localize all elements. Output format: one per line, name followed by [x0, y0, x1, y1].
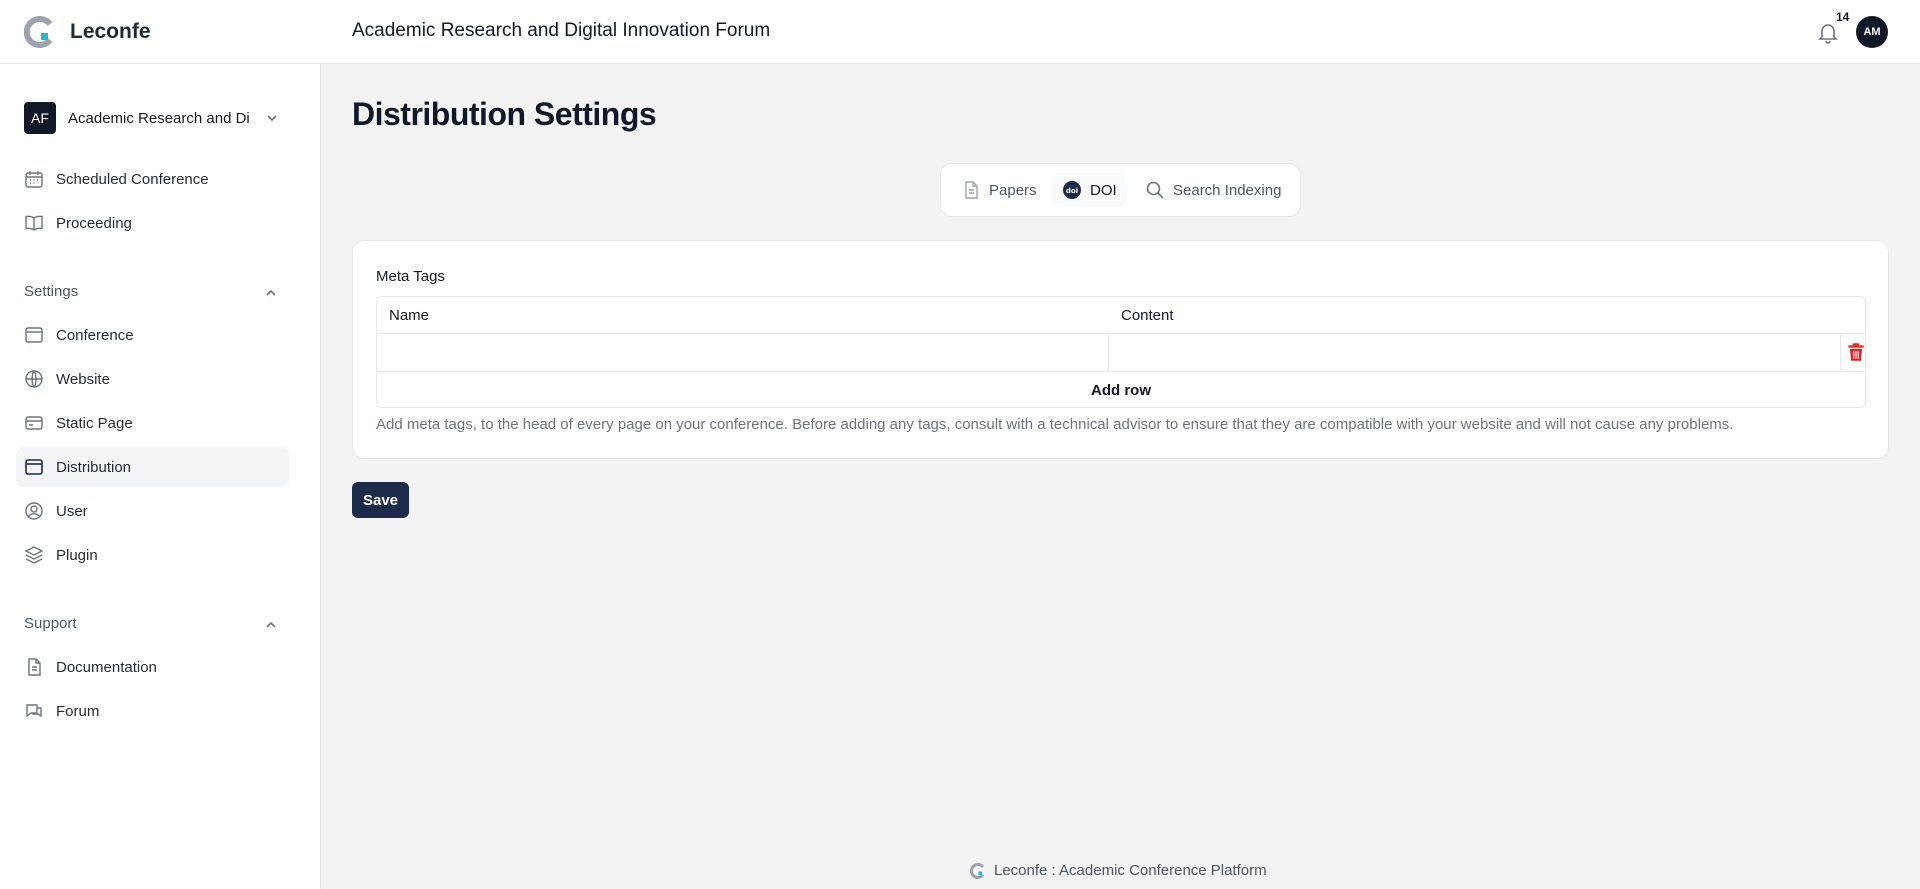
sidebar-item-label: Forum — [56, 702, 100, 720]
globe-icon — [25, 370, 43, 388]
svg-text:doi: doi — [1066, 187, 1078, 195]
sidebar-item-forum[interactable]: Forum — [16, 691, 289, 731]
sidebar-item-scheduled-conference[interactable]: Scheduled Conference — [16, 159, 289, 199]
sidebar-item-user[interactable]: User — [16, 491, 289, 531]
tab-search-indexing[interactable]: Search Indexing — [1135, 173, 1291, 207]
sidebar-item-documentation[interactable]: Documentation — [16, 647, 289, 687]
footer: Leconfe : Academic Conference Platform — [970, 862, 1267, 879]
save-button[interactable]: Save — [352, 482, 409, 518]
sidebar-item-label: User — [56, 502, 88, 520]
conference-badge: AF — [24, 102, 56, 134]
doi-icon: doi — [1063, 181, 1081, 199]
meta-tags-help-text: Add meta tags, to the head of every page… — [376, 416, 1734, 433]
sidebar-item-plugin[interactable]: Plugin — [16, 535, 289, 575]
book-icon — [25, 215, 43, 231]
chevron-up-icon[interactable] — [264, 618, 278, 632]
notification-count-badge: 14 — [1836, 10, 1850, 24]
document-icon — [28, 658, 41, 676]
sidebar-item-distribution[interactable]: Distribution — [16, 447, 289, 487]
sidebar-item-label: Static Page — [56, 414, 133, 432]
settings-section-label[interactable]: Settings — [24, 283, 78, 300]
trash-icon[interactable] — [1845, 341, 1867, 363]
table-divider — [1840, 334, 1841, 371]
conference-switcher[interactable]: AF Academic Research and Digital Innovat… — [24, 102, 284, 134]
meta-tag-name-input[interactable] — [377, 335, 1108, 371]
layers-icon — [24, 546, 44, 564]
leconfe-logo-icon — [24, 16, 53, 48]
sidebar-item-label: Website — [56, 370, 110, 388]
meta-tags-table: Name Content Add row — [376, 296, 1866, 408]
table-divider — [377, 333, 1865, 334]
tab-label: Papers — [989, 181, 1037, 199]
search-icon — [1146, 181, 1164, 199]
brand[interactable]: Leconfe — [24, 16, 151, 48]
sidebar-item-label: Documentation — [56, 658, 157, 676]
conference-name: Academic Research and Digital Innovation… — [68, 109, 250, 127]
support-section-label[interactable]: Support — [24, 615, 77, 632]
sidebar: AF Academic Research and Digital Innovat… — [0, 64, 321, 889]
document-icon — [965, 181, 978, 199]
tab-label: Search Indexing — [1173, 181, 1282, 199]
tab-doi[interactable]: doi DOI — [1052, 173, 1127, 207]
chevron-down-icon — [267, 115, 277, 122]
meta-tags-card: Meta Tags Name Content Add row Add meta … — [352, 240, 1889, 459]
top-bar: Leconfe Academic Research and Digital In… — [0, 0, 1920, 64]
sidebar-item-static-page[interactable]: Static Page — [16, 403, 289, 443]
sidebar-item-label: Conference — [56, 326, 134, 344]
window-icon — [25, 327, 43, 343]
column-header-name: Name — [389, 307, 430, 324]
sidebar-item-label: Scheduled Conference — [56, 170, 209, 188]
tab-label: DOI — [1090, 181, 1117, 199]
leconfe-logo-icon — [970, 862, 985, 879]
user-avatar[interactable]: AM — [1856, 16, 1888, 48]
chat-icon — [26, 704, 42, 718]
meta-tags-label: Meta Tags — [376, 268, 445, 285]
window-icon — [25, 459, 43, 475]
brand-name: Leconfe — [70, 20, 151, 43]
distribution-tabs: Papers doi DOI Search Indexing — [940, 163, 1301, 217]
sidebar-item-proceeding[interactable]: Proceeding — [16, 203, 289, 243]
page-title: Distribution Settings — [352, 96, 657, 132]
sidebar-item-conference[interactable]: Conference — [16, 315, 289, 355]
tab-papers[interactable]: Papers — [951, 173, 1047, 207]
sidebar-item-label: Plugin — [56, 546, 98, 564]
meta-tag-content-input[interactable] — [1109, 335, 1840, 371]
topbar-conference-title: Academic Research and Digital Innovation… — [352, 20, 771, 41]
calendar-icon — [25, 171, 43, 188]
footer-text: Leconfe : Academic Conference Platform — [994, 862, 1267, 879]
sidebar-item-label: Distribution — [56, 458, 132, 476]
credit-card-icon — [25, 416, 43, 430]
column-header-content: Content — [1121, 307, 1174, 324]
sidebar-item-label: Proceeding — [56, 214, 132, 232]
chevron-up-icon[interactable] — [264, 286, 278, 300]
sidebar-item-website[interactable]: Website — [16, 359, 289, 399]
user-circle-icon — [25, 502, 43, 520]
add-row-button[interactable]: Add row — [377, 372, 1865, 408]
